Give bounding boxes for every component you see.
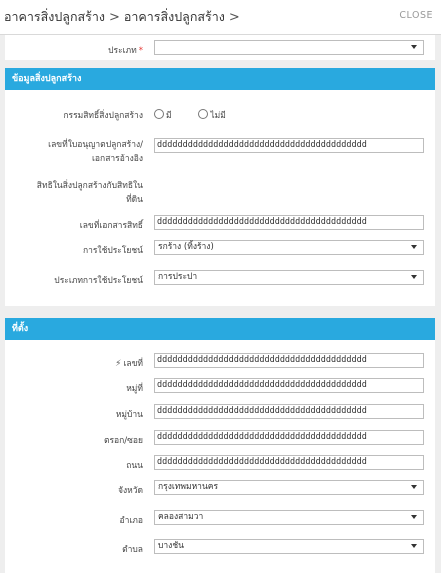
province-select[interactable]: กรุงเทพมหานคร [154, 480, 424, 495]
soi-input[interactable]: dddddddddddddddddddddddddddddddddddddddd… [154, 430, 424, 445]
subdistrict-row: ตำบล บางชัน [0, 538, 441, 560]
title-doc-row: เลขที่เอกสารสิทธิ์ ddddddddddddddddddddd… [0, 214, 441, 236]
village-row: หมู่บ้าน ddddddddddddddddddddddddddddddd… [0, 403, 441, 425]
radio-icon[interactable] [198, 109, 209, 119]
title-doc-input[interactable]: dddddddddddddddddddddddddddddddddddddddd… [154, 215, 424, 230]
road-row: ถนน dddddddddddddddddddddddddddddddddddd… [0, 454, 441, 476]
bolt-icon: ⚡ [115, 359, 122, 369]
permit-label: เลขที่ใบอนุญาตปลูกสร้าง/เอกสารอ้างอิง [48, 140, 143, 164]
required-mark: * [138, 46, 143, 56]
house-no-input[interactable]: dddddddddddddddddddddddddddddddddddddddd… [154, 353, 424, 368]
village-input[interactable]: dddddddddddddddddddddddddddddddddddddddd… [154, 404, 424, 419]
breadcrumb-item-2[interactable]: อาคารสิ่งปลูกสร้าง [124, 9, 225, 24]
chevron-down-icon [411, 245, 417, 249]
type-row: ประเภท * [0, 39, 441, 61]
road-label: ถนน [126, 461, 143, 471]
usage-type-select[interactable]: การประปา [154, 270, 424, 285]
usage-label: การใช้ประโยชน์ [82, 246, 143, 256]
ownership-radio-group: มี ไม่มี [154, 108, 250, 122]
district-row: อำเภอ คลองสามวา [0, 509, 441, 531]
ownership-radio-yes[interactable]: มี [154, 109, 172, 121]
type-label: ประเภท * [108, 46, 143, 56]
section-header-location: ที่ตั้ง [5, 318, 435, 340]
district-select[interactable]: คลองสามวา [154, 510, 424, 525]
top-header: อาคารสิ่งปลูกสร้าง > อาคารสิ่งปลูกสร้าง > C… [0, 0, 441, 35]
close-button[interactable]: CLOSE [399, 10, 433, 21]
ownership-radio-no[interactable]: ไม่มี [198, 109, 226, 121]
rights-label: สิทธิในสิ่งปลูกสร้างกับสิทธิใน ที่ดิน [36, 181, 143, 205]
chevron-right-icon: > [108, 10, 120, 25]
moo-row: หมู่ที่ dddddddddddddddddddddddddddddddd… [0, 377, 441, 399]
chevron-down-icon [411, 515, 417, 519]
chevron-down-icon [411, 45, 417, 49]
section-header-building: ข้อมูลสิ่งปลูกสร้าง [5, 68, 435, 90]
chevron-right-icon: > [228, 10, 240, 25]
usage-row: การใช้ประโยชน์ รกร้าง (ทิ้งร้าง) [0, 239, 441, 261]
soi-label: ตรอก/ซอย [103, 436, 143, 446]
title-doc-label: เลขที่เอกสารสิทธิ์ [79, 221, 143, 231]
rights-row: สิทธิในสิ่งปลูกสร้างกับสิทธิใน ที่ดิน [0, 179, 441, 209]
moo-label: หมู่ที่ [126, 384, 143, 394]
house-no-label: ⚡ เลขที่ [115, 359, 143, 369]
house-no-row: ⚡ เลขที่ dddddddddddddddddddddddddddddddd… [0, 352, 441, 374]
chevron-down-icon [411, 544, 417, 548]
type-select[interactable] [154, 40, 424, 55]
ownership-row: กรรมสิทธิ์สิ่งปลูกสร้าง มี ไม่มี [0, 104, 441, 126]
usage-select[interactable]: รกร้าง (ทิ้งร้าง) [154, 240, 424, 255]
breadcrumb: อาคารสิ่งปลูกสร้าง > อาคารสิ่งปลูกสร้าง > [4, 7, 244, 27]
breadcrumb-item-1[interactable]: อาคารสิ่งปลูกสร้าง [4, 9, 105, 24]
usage-type-row: ประเภทการใช้ประโยชน์ การประปา [0, 269, 441, 291]
soi-row: ตรอก/ซอย ddddddddddddddddddddddddddddddd… [0, 429, 441, 451]
district-label: อำเภอ [119, 516, 144, 526]
province-row: จังหวัด กรุงเทพมหานคร [0, 479, 441, 501]
subdistrict-select[interactable]: บางชัน [154, 539, 424, 554]
moo-input[interactable]: dddddddddddddddddddddddddddddddddddddddd… [154, 378, 424, 393]
usage-type-label: ประเภทการใช้ประโยชน์ [54, 276, 143, 286]
road-input[interactable]: dddddddddddddddddddddddddddddddddddddddd… [154, 455, 424, 470]
ownership-label: กรรมสิทธิ์สิ่งปลูกสร้าง [63, 111, 143, 121]
permit-no-input[interactable]: dddddddddddddddddddddddddddddddddddddddd… [154, 138, 424, 153]
permit-row: เลขที่ใบอนุญาตปลูกสร้าง/เอกสารอ้างอิง dd… [0, 138, 441, 168]
radio-icon[interactable] [154, 109, 164, 119]
province-label: จังหวัด [117, 486, 143, 496]
subdistrict-label: ตำบล [122, 545, 143, 555]
village-label: หมู่บ้าน [115, 410, 143, 420]
chevron-down-icon [411, 275, 417, 279]
chevron-down-icon [411, 485, 417, 489]
